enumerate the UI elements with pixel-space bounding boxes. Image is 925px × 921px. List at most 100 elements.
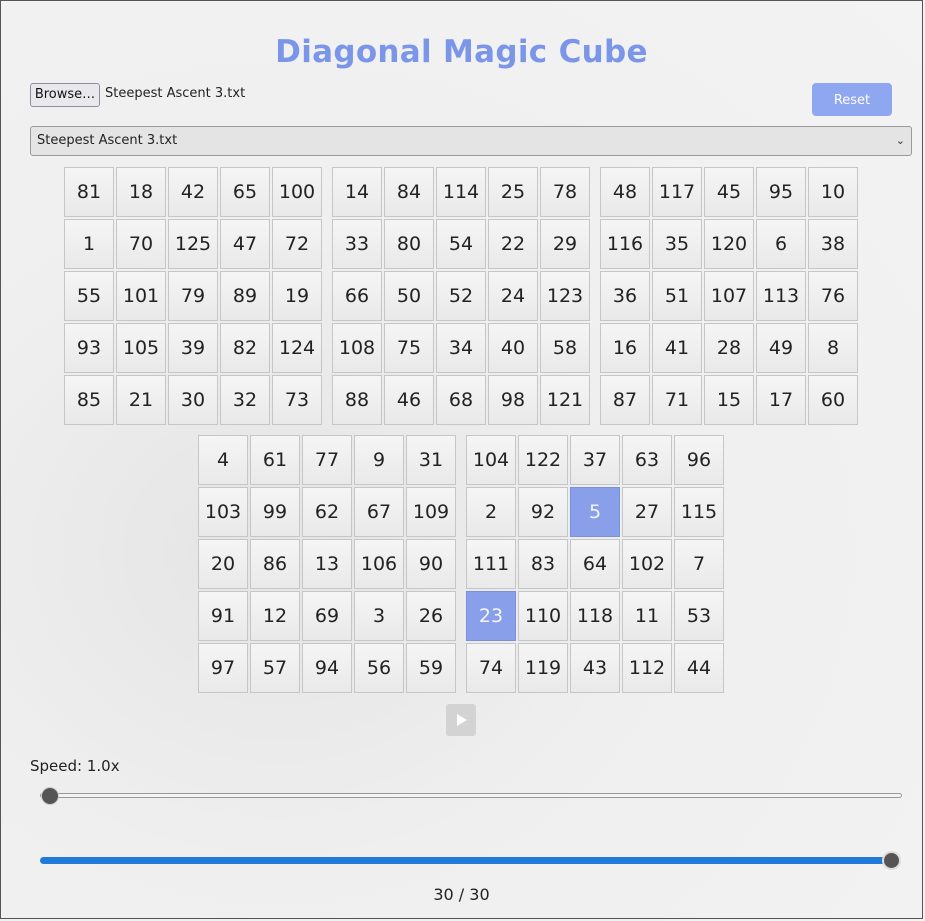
cube-cell: 20 (198, 539, 248, 589)
cube-cell: 108 (332, 323, 382, 373)
cube-cell: 14 (332, 167, 382, 217)
cube-cell: 41 (652, 323, 702, 373)
cube-cell: 11 (622, 591, 672, 641)
cube-cell: 90 (406, 539, 456, 589)
cube-cell: 34 (436, 323, 486, 373)
cube-cell: 110 (518, 591, 568, 641)
cube-cell: 97 (198, 643, 248, 693)
cube-cell: 25 (488, 167, 538, 217)
cube-layer-3: 48 117 45 95 10 116 35 120 6 38 36 51 107 113 76 16 41 28… (600, 167, 858, 425)
cube-cell: 102 (622, 539, 672, 589)
cube-cell: 69 (302, 591, 352, 641)
browse-button[interactable]: Browse… (30, 83, 100, 107)
cube-cell: 111 (466, 539, 516, 589)
cube-cell: 28 (704, 323, 754, 373)
cube-cell: 124 (272, 323, 322, 373)
cube-cell: 60 (808, 375, 858, 425)
cube-cell: 1 (64, 219, 114, 269)
speed-label: Speed: 1.0x (30, 757, 120, 775)
step-progress-track[interactable] (40, 857, 892, 864)
cube-cell: 84 (384, 167, 434, 217)
cube-cell: 53 (674, 591, 724, 641)
cube-cell: 100 (272, 167, 322, 217)
cube-cell: 79 (168, 271, 218, 321)
cube-cell: 44 (674, 643, 724, 693)
cube-cell: 81 (64, 167, 114, 217)
cube-cell: 75 (384, 323, 434, 373)
page-title: Diagonal Magic Cube (275, 34, 648, 70)
play-button[interactable] (446, 704, 476, 736)
cube-cell: 8 (808, 323, 858, 373)
cube-cell: 112 (622, 643, 672, 693)
cube-layer-2: 14 84 114 25 78 33 80 54 22 29 66 50 52 24 123 108 75 34 4… (332, 167, 590, 425)
cube-cell: 52 (436, 271, 486, 321)
cube-cell: 48 (600, 167, 650, 217)
cube-cell: 66 (332, 271, 382, 321)
speed-slider-track[interactable] (40, 793, 902, 798)
cube-cell: 39 (168, 323, 218, 373)
cube-cell: 24 (488, 271, 538, 321)
cube-cell: 94 (302, 643, 352, 693)
cube-cell: 3 (354, 591, 404, 641)
cube-layer-4: 4 61 77 9 31 103 99 62 67 109 20 86 13 106 90 91 12 69 3 26… (198, 435, 456, 693)
cube-cell: 71 (652, 375, 702, 425)
cube-cell: 17 (756, 375, 806, 425)
cube-cell: 30 (168, 375, 218, 425)
file-select[interactable]: Steepest Ascent 3.txt ⌄ (30, 126, 912, 156)
cube-cell: 70 (116, 219, 166, 269)
cube-cell: 99 (250, 487, 300, 537)
cube-cell: 121 (540, 375, 590, 425)
cube-cell: 64 (570, 539, 620, 589)
cube-cell: 42 (168, 167, 218, 217)
cube-cell: 122 (518, 435, 568, 485)
cube-cell: 82 (220, 323, 270, 373)
cube-cell: 120 (704, 219, 754, 269)
cube-cell: 107 (704, 271, 754, 321)
cube-cell: 91 (198, 591, 248, 641)
cube-cell: 56 (354, 643, 404, 693)
cube-cell: 73 (272, 375, 322, 425)
cube-cell: 93 (64, 323, 114, 373)
cube-cell: 43 (570, 643, 620, 693)
cube-cell: 77 (302, 435, 352, 485)
cube-cell: 26 (406, 591, 456, 641)
cube-cell: 114 (436, 167, 486, 217)
cube-cell: 5 (570, 487, 620, 537)
cube-cell: 49 (756, 323, 806, 373)
step-progress-thumb[interactable] (882, 851, 901, 870)
cube-cell: 105 (116, 323, 166, 373)
cube-cell: 54 (436, 219, 486, 269)
cube-cell: 27 (622, 487, 672, 537)
file-select-value: Steepest Ascent 3.txt (37, 133, 178, 148)
cube-cell: 22 (488, 219, 538, 269)
cube-cell: 36 (600, 271, 650, 321)
cube-cell: 96 (674, 435, 724, 485)
reset-files-button[interactable]: Reset Files (812, 83, 892, 141)
cube-cell: 101 (116, 271, 166, 321)
cube-cell: 19 (272, 271, 322, 321)
cube-cell: 18 (116, 167, 166, 217)
cube-cell: 65 (220, 167, 270, 217)
cube-cell: 85 (64, 375, 114, 425)
speed-slider-thumb[interactable] (41, 787, 59, 805)
cube-layer-5: 104 122 37 63 96 2 92 5 27 115 111 83 64 102 7 23 110 118… (466, 435, 724, 693)
cube-cell: 29 (540, 219, 590, 269)
cube-cell: 76 (808, 271, 858, 321)
cube-cell: 4 (198, 435, 248, 485)
cube-cell: 125 (168, 219, 218, 269)
cube-cell: 2 (466, 487, 516, 537)
cube-cell: 57 (250, 643, 300, 693)
cube-cell: 115 (674, 487, 724, 537)
cube-layer-1: 81 18 42 65 100 1 70 125 47 72 55 101 79 89 19 93 105 39 8… (64, 167, 322, 425)
cube-cell: 47 (220, 219, 270, 269)
cube-cell: 50 (384, 271, 434, 321)
cube-cell: 67 (354, 487, 404, 537)
selected-file-name: Steepest Ascent 3.txt (105, 86, 246, 101)
cube-cell: 40 (488, 323, 538, 373)
cube-cell: 33 (332, 219, 382, 269)
cube-cell: 12 (250, 591, 300, 641)
cube-cell: 9 (354, 435, 404, 485)
cube-cell: 10 (808, 167, 858, 217)
cube-cell: 13 (302, 539, 352, 589)
cube-cell: 72 (272, 219, 322, 269)
